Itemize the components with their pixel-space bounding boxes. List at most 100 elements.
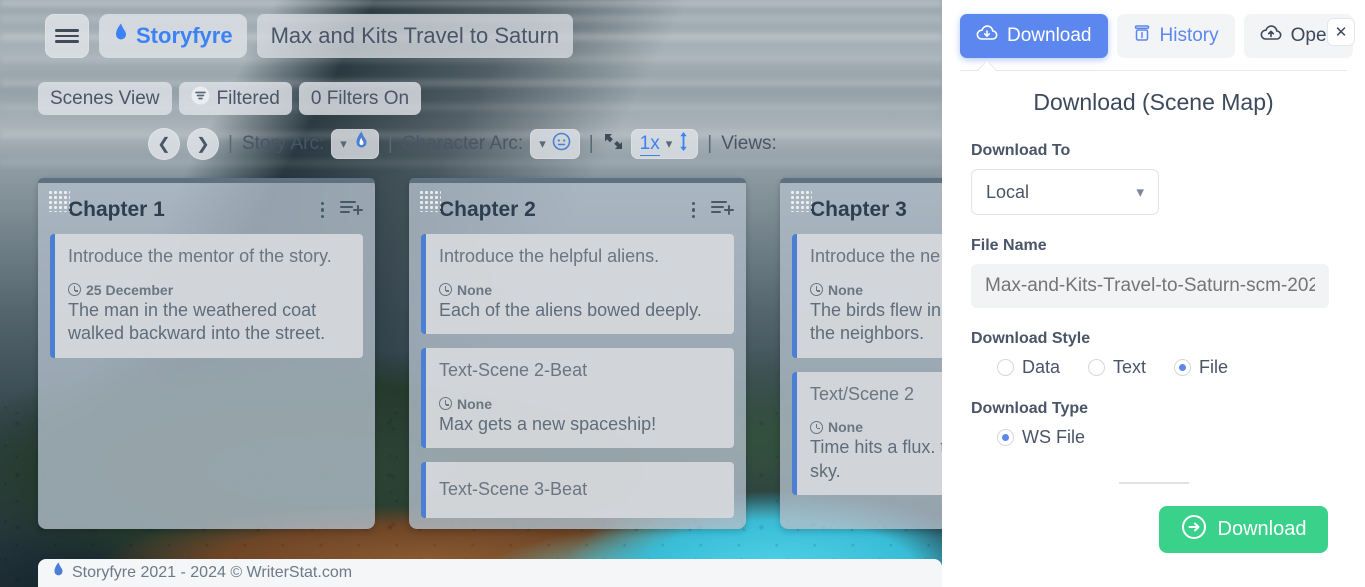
separator-1: | bbox=[228, 133, 233, 154]
scene-card[interactable]: Text-Scene 3-Beat bbox=[421, 462, 734, 519]
character-arc-select[interactable]: ▾ bbox=[530, 129, 580, 159]
scene-time-value: None bbox=[457, 281, 492, 298]
character-arc-label: Character Arc: bbox=[401, 133, 524, 154]
separator-4: | bbox=[707, 133, 713, 154]
chevron-down-icon: ▾ bbox=[539, 136, 546, 151]
radio-icon bbox=[997, 359, 1014, 376]
section-divider bbox=[1119, 482, 1189, 484]
column-top-strip bbox=[409, 178, 746, 183]
scene-card[interactable]: Text-Scene 2-Beat None Max gets a new sp… bbox=[421, 348, 734, 449]
footer-text: Storyfyre 2021 - 2024 © WriterStat.com bbox=[72, 564, 353, 581]
story-arc-select[interactable]: ▾ bbox=[331, 129, 379, 159]
flame-icon bbox=[353, 131, 370, 158]
chevron-down-icon: ▾ bbox=[340, 136, 347, 151]
file-name-label: File Name bbox=[971, 237, 1047, 254]
column-top-strip bbox=[38, 178, 375, 183]
download-style-options: Data Text File bbox=[997, 357, 1336, 378]
scene-time-value: None bbox=[457, 395, 492, 412]
file-name-field: File Name bbox=[971, 237, 1336, 308]
hamburger-icon[interactable] bbox=[45, 14, 89, 58]
radio-label: Data bbox=[1022, 357, 1061, 377]
zoom-level: 1x bbox=[639, 132, 660, 156]
radio-option-data[interactable]: Data bbox=[997, 357, 1060, 378]
scene-body: The man in the weathered coat walked bac… bbox=[68, 299, 326, 344]
download-type-options: WS File bbox=[997, 427, 1336, 448]
tab-download[interactable]: Download bbox=[960, 14, 1108, 58]
radio-option-ws-file[interactable]: WS File bbox=[997, 427, 1085, 448]
tab-history[interactable]: History bbox=[1116, 14, 1235, 58]
download-style-label: Download Style bbox=[971, 330, 1091, 347]
download-style-field: Download Style Data Text File bbox=[971, 330, 1336, 378]
tab-download-label: Download bbox=[1007, 25, 1092, 46]
scene-toolbar: ❮ ❯ | Story Arc: ▾ | Character Arc: ▾ | … bbox=[148, 128, 777, 160]
top-bar: Storyfyre Max and Kits Travel to Saturn bbox=[45, 14, 574, 58]
scene-card[interactable]: Introduce the helpful aliens. None Each … bbox=[421, 234, 734, 335]
file-name-input[interactable] bbox=[971, 264, 1329, 308]
radio-label: Text bbox=[1113, 357, 1147, 377]
column-header: Chapter 1 bbox=[50, 178, 363, 234]
scene-title: Text-Scene 2-Beat bbox=[439, 360, 588, 381]
radio-icon bbox=[1088, 359, 1106, 376]
view-bar: Scenes View Filtered 0 Filters On bbox=[38, 82, 422, 115]
download-to-select[interactable]: Local ▾ bbox=[971, 169, 1159, 215]
scene-card[interactable]: Introduce the mentor of the story. 25 De… bbox=[50, 234, 363, 358]
download-submit-label: Download bbox=[1217, 518, 1307, 540]
scene-time-value: 25 December bbox=[86, 281, 174, 298]
chevron-left-icon[interactable]: ❮ bbox=[148, 128, 180, 160]
close-icon[interactable]: ✕ bbox=[1327, 18, 1355, 46]
radio-label: WS File bbox=[1022, 427, 1085, 447]
drag-grip-icon[interactable] bbox=[419, 190, 441, 212]
drag-grip-icon[interactable] bbox=[790, 190, 812, 212]
scene-time: None bbox=[439, 396, 721, 412]
radio-option-text[interactable]: Text bbox=[1088, 357, 1146, 378]
download-type-label: Download Type bbox=[971, 400, 1089, 417]
scenes-view-button[interactable]: Scenes View bbox=[38, 82, 172, 115]
download-to-value: Local bbox=[986, 181, 1030, 202]
column-title: Chapter 2 bbox=[439, 198, 536, 221]
views-label: Views: bbox=[721, 133, 777, 154]
chapter-column[interactable]: Chapter 2 Introduce the helpful aliens. … bbox=[409, 178, 746, 529]
chevron-down-icon: ▾ bbox=[665, 136, 673, 151]
scene-title: Text-Scene 3-Beat bbox=[439, 479, 588, 500]
panel-title: Download (Scene Map) bbox=[1033, 89, 1274, 115]
column-title: Chapter 1 bbox=[68, 198, 165, 221]
filtered-button[interactable]: Filtered bbox=[178, 82, 292, 115]
download-submit-button[interactable]: Download bbox=[1159, 506, 1328, 553]
scene-time-value: None bbox=[828, 281, 863, 298]
radio-icon-selected bbox=[1174, 359, 1192, 376]
filtered-label: Filtered bbox=[216, 87, 280, 109]
kebab-menu-icon[interactable] bbox=[691, 201, 695, 219]
flame-icon bbox=[52, 562, 65, 584]
scene-title: Introduce the helpful aliens. bbox=[439, 246, 660, 266]
filters-count-badge[interactable]: 0 Filters On bbox=[298, 82, 422, 115]
tab-caret bbox=[977, 60, 997, 80]
radio-option-file[interactable]: File bbox=[1174, 357, 1228, 378]
add-to-list-icon[interactable] bbox=[340, 198, 363, 222]
clock-icon bbox=[810, 283, 823, 297]
scene-body: Max gets a new spaceship! bbox=[439, 413, 657, 434]
brand-name: Storyfyre bbox=[136, 23, 233, 48]
clock-icon bbox=[68, 283, 81, 297]
chapter-column[interactable]: Chapter 1 Introduce the mentor of the st… bbox=[38, 178, 375, 529]
zoom-select[interactable]: 1x ▾ bbox=[630, 129, 699, 159]
clock-icon bbox=[439, 397, 452, 411]
separator-3: | bbox=[588, 133, 594, 154]
project-title[interactable]: Max and Kits Travel to Saturn bbox=[256, 14, 574, 58]
add-to-list-icon[interactable] bbox=[711, 198, 734, 222]
brand-logo[interactable]: Storyfyre bbox=[99, 14, 247, 58]
separator-2: | bbox=[387, 133, 393, 154]
expand-arrows-icon[interactable] bbox=[603, 131, 624, 158]
kebab-menu-icon[interactable] bbox=[320, 201, 324, 219]
drag-grip-icon[interactable] bbox=[48, 190, 70, 212]
up-down-arrow-icon[interactable] bbox=[678, 131, 689, 158]
panel-tabs: Download History Open ✕ bbox=[942, 0, 1365, 58]
clock-icon bbox=[810, 420, 823, 434]
history-box-icon bbox=[1133, 24, 1151, 49]
scene-title: Introduce the mentor of the story. bbox=[68, 246, 332, 266]
chevron-right-icon[interactable]: ❯ bbox=[187, 128, 219, 160]
arrow-right-circle-icon bbox=[1181, 514, 1207, 546]
cloud-upload-icon bbox=[1260, 24, 1282, 48]
chevron-down-icon: ▾ bbox=[1136, 184, 1144, 201]
tab-divider bbox=[960, 70, 1347, 71]
scene-time-value: None bbox=[828, 419, 863, 436]
